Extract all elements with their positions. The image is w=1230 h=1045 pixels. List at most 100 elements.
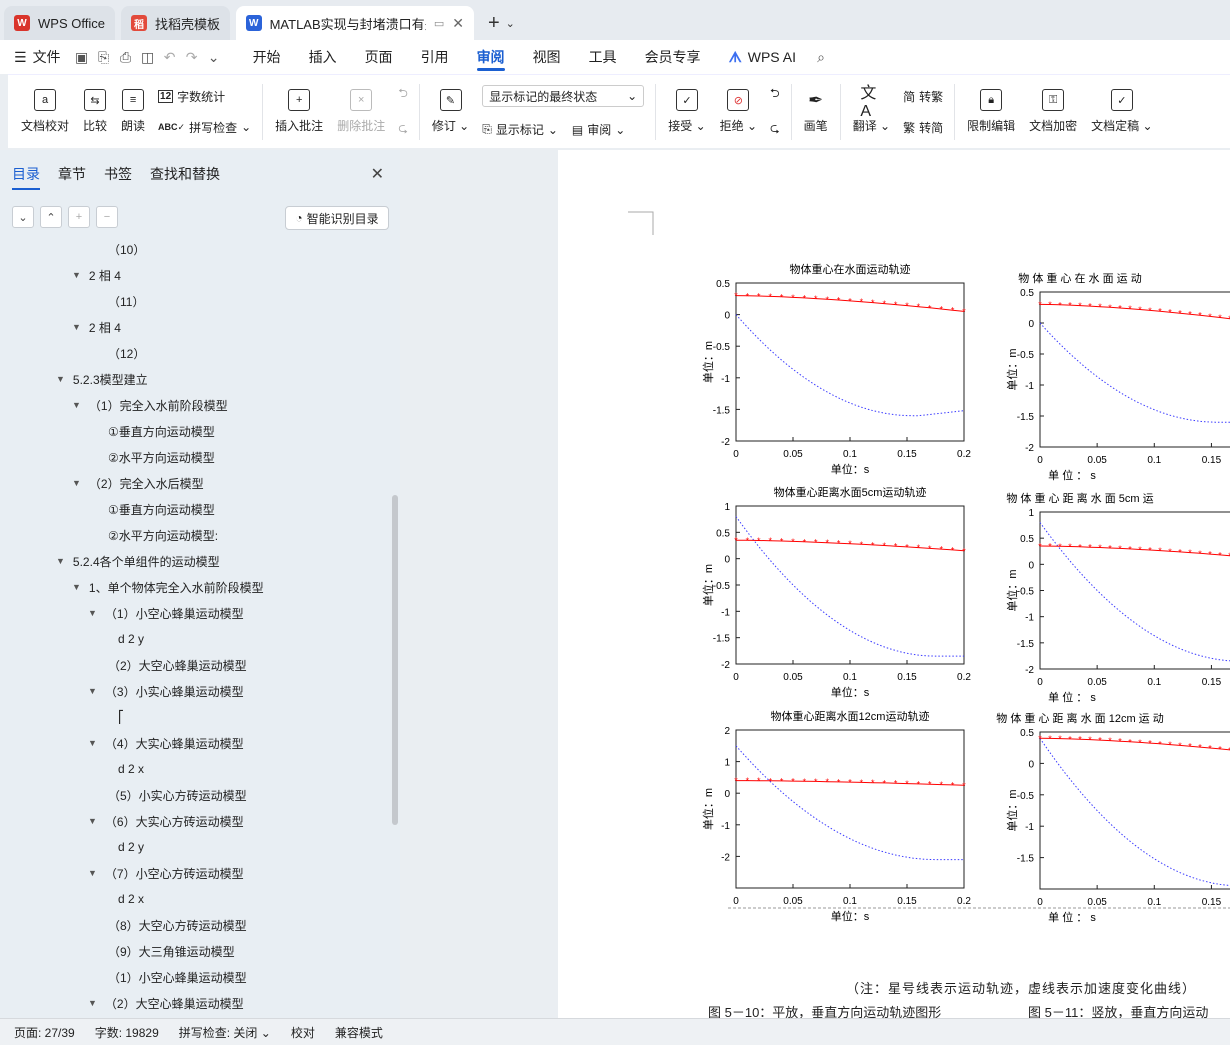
toc-item[interactable]: ①垂直方向运动模型 [108, 418, 215, 444]
toc-item[interactable]: ▼ （2）大空心蜂巢运动模型 [88, 990, 244, 1016]
toc-item[interactable]: d 2 y [118, 834, 144, 860]
reject-button[interactable]: ⊘ 拒绝 ⌄ [713, 77, 764, 147]
revise-button[interactable]: ✎ 修订 ⌄ [425, 77, 476, 147]
menu-page[interactable]: 页面 [351, 40, 407, 74]
finalize-button[interactable]: ✓ 文档定稿 ⌄ [1084, 77, 1159, 147]
add-icon[interactable]: + [68, 206, 90, 228]
accept-button[interactable]: ✓ 接受 ⌄ [661, 77, 712, 147]
markup-state-select[interactable]: 显示标记的最终状态 ⌄ [482, 85, 645, 107]
close-icon[interactable]: ✕ [371, 164, 384, 184]
more-chevron-icon[interactable]: ⌄ [203, 40, 225, 74]
word-count[interactable]: 字数: 19829 [95, 1024, 159, 1041]
print-icon[interactable]: ⎙ [115, 40, 137, 74]
toc-item[interactable]: ②水平方向运动模型: [108, 522, 218, 548]
to-simplified-button[interactable]: 繁转简 [903, 119, 943, 136]
pen-button[interactable]: ✒ 画笔 [797, 77, 835, 147]
monitor-icon[interactable]: ▭ [434, 17, 444, 30]
menu-start[interactable]: 开始 [239, 40, 295, 74]
next-comment-icon[interactable]: ⮎ [398, 119, 408, 140]
expand-arrow-icon[interactable]: ▼ [88, 868, 97, 878]
tab-find-replace[interactable]: 查找和替换 [150, 164, 220, 190]
expand-arrow-icon[interactable]: ▼ [88, 738, 97, 748]
toc-item[interactable]: （1）小空心蜂巢运动模型 [108, 964, 247, 990]
expand-arrow-icon[interactable]: ▼ [88, 608, 97, 618]
menu-insert[interactable]: 插入 [295, 40, 351, 74]
proof-button[interactable]: 校对 [291, 1024, 315, 1041]
toc-item[interactable]: ▼ 1、单个物体完全入水前阶段模型 [72, 574, 264, 600]
tab-chapter[interactable]: 章节 [58, 164, 86, 190]
undo-icon[interactable]: ↶ [159, 40, 181, 74]
review-pane-button[interactable]: ▤ 审阅 ⌄ [572, 121, 625, 138]
to-traditional-button[interactable]: 简转繁 [903, 88, 943, 105]
toc-item[interactable]: ▼ （1）完全入水前阶段模型 [72, 392, 228, 418]
toc-item[interactable]: ▼ 5.2.3模型建立 [56, 366, 148, 392]
prev-comment-icon[interactable]: ⮌ [398, 84, 408, 105]
print-preview-icon[interactable]: ◫ [137, 40, 159, 74]
insert-comment-button[interactable]: + 插入批注 [268, 77, 330, 147]
expand-arrow-icon[interactable]: ▼ [88, 816, 97, 826]
ai-toc-button[interactable]: ◔ 智能识别目录 [285, 206, 389, 230]
tab-wps-office[interactable]: W WPS Office [4, 6, 115, 40]
redo-icon[interactable]: ↷ [181, 40, 203, 74]
expand-arrow-icon[interactable]: ▼ [72, 322, 81, 332]
expand-arrow-icon[interactable]: ▼ [88, 686, 97, 696]
new-tab-button[interactable]: + ⌄ [480, 6, 523, 40]
panel-scrollbar[interactable] [392, 495, 398, 825]
delete-comment-button[interactable]: × 删除批注 [330, 77, 392, 147]
expand-arrow-icon[interactable]: ▼ [72, 478, 81, 488]
toc-item[interactable]: ①垂直方向运动模型 [108, 496, 215, 522]
toc-item[interactable]: ▼ 2 相 4 [72, 262, 121, 288]
close-icon[interactable]: ✕ [452, 15, 464, 32]
toc-item[interactable]: ⎡ [118, 704, 124, 730]
menu-view[interactable]: 视图 [519, 40, 575, 74]
collapse-up-icon[interactable]: ⌃ [40, 206, 62, 228]
expand-arrow-icon[interactable]: ▼ [72, 270, 81, 280]
menu-tools[interactable]: 工具 [575, 40, 631, 74]
toc-item[interactable]: ▼ （7）小空心方砖运动模型 [88, 860, 244, 886]
toc-item[interactable]: ②水平方向运动模型 [108, 444, 215, 470]
prev-change-icon[interactable]: ⮌ [770, 84, 780, 105]
tab-toc[interactable]: 目录 [12, 164, 40, 190]
toc-item[interactable]: ▼ （3）小实心蜂巢运动模型 [88, 678, 244, 704]
menu-member[interactable]: 会员专享 [631, 40, 715, 74]
remove-icon[interactable]: − [96, 206, 118, 228]
search-icon[interactable]: ⌕ [810, 40, 832, 74]
toc-item[interactable]: （5）小实心方砖运动模型 [108, 782, 247, 808]
show-markup-button[interactable]: ⎘ 显示标记 ⌄ [482, 121, 558, 138]
spell-check-button[interactable]: ABC✓ 拼写检查 ⌄ [158, 119, 251, 136]
toc-item[interactable]: ▼ 5.2.4各个单组件的运动模型 [56, 548, 220, 574]
translate-button[interactable]: 文A 翻译 ⌄ [846, 77, 897, 147]
toc-item[interactable]: ▼ （1）小空心蜂巢运动模型 [88, 600, 244, 626]
menu-reference[interactable]: 引用 [407, 40, 463, 74]
menu-file[interactable]: ☰ 文件 [14, 40, 71, 74]
tab-document[interactable]: W MATLAB实现与封堵溃口有关 ▭ ✕ [235, 6, 474, 40]
menu-wps-ai[interactable]: ᗑ WPS AI [715, 40, 810, 74]
expand-arrow-icon[interactable]: ▼ [56, 556, 65, 566]
toc-item[interactable]: d 2 y [118, 626, 144, 652]
toc-item[interactable]: （10） [108, 238, 145, 262]
toc-item[interactable]: ▼ （6）大实心方砖运动模型 [88, 808, 244, 834]
chevron-down-icon[interactable]: ⌄ [506, 17, 515, 30]
save-icon[interactable]: ▣ [71, 40, 93, 74]
expand-down-icon[interactable]: ⌄ [12, 206, 34, 228]
expand-arrow-icon[interactable]: ▼ [72, 582, 81, 592]
toc-item[interactable]: ▼ （4）大实心蜂巢运动模型 [88, 730, 244, 756]
word-count-button[interactable]: 12 字数统计 [158, 88, 251, 105]
toc-item[interactable]: d 2 x [118, 756, 144, 782]
toc-item[interactable]: d 2 x [118, 886, 144, 912]
toc-item[interactable]: ▼ 2 相 4 [72, 314, 121, 340]
page-indicator[interactable]: 页面: 27/39 [14, 1024, 75, 1041]
menu-review[interactable]: 审阅 [463, 40, 519, 74]
toc-item[interactable]: （11） [108, 288, 144, 314]
toc-item[interactable]: （12） [108, 340, 145, 366]
tab-bookmark[interactable]: 书签 [104, 164, 132, 190]
toc-item[interactable]: （8）大空心方砖运动模型 [108, 912, 247, 938]
next-change-icon[interactable]: ⮎ [770, 119, 780, 140]
spell-status[interactable]: 拼写检查: 关闭 ⌄ [179, 1024, 271, 1041]
toc-item[interactable]: ▼ （2）完全入水后模型 [72, 470, 204, 496]
compare-button[interactable]: ⇆ 比较 [76, 77, 114, 147]
expand-arrow-icon[interactable]: ▼ [56, 374, 65, 384]
expand-arrow-icon[interactable]: ▼ [72, 400, 81, 410]
read-aloud-button[interactable]: ≡ 朗读 [114, 77, 152, 147]
restrict-edit-button[interactable]: 🔒︎ 限制编辑 [960, 77, 1022, 147]
